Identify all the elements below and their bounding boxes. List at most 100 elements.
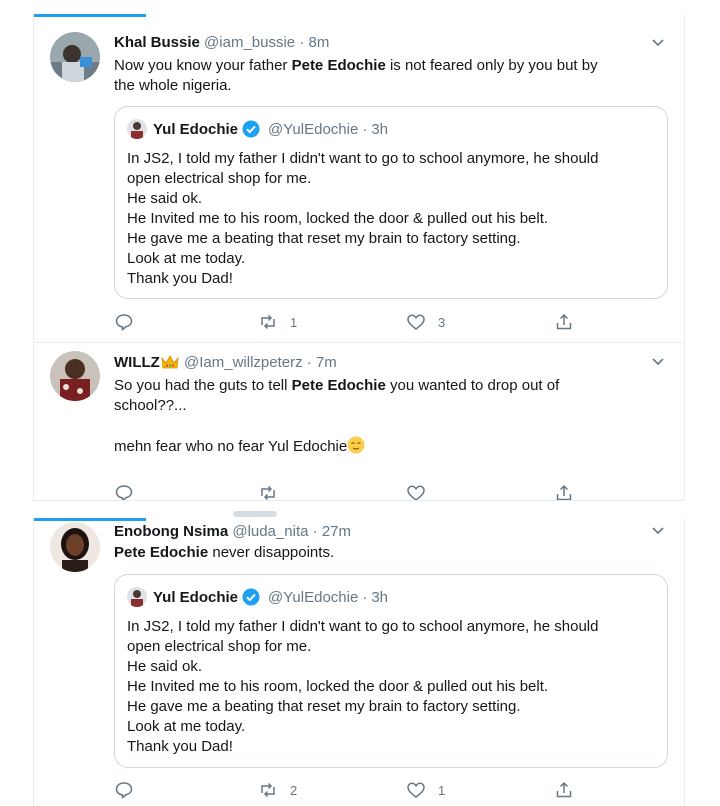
quoted-tweet[interactable]: Yul Edochie @YulEdochie · 3h In JS2, I t… — [114, 106, 668, 299]
quoted-line: He gave me a beating that reset my brain… — [127, 230, 521, 247]
text-line: the whole nigeria. — [114, 77, 232, 94]
like-count: 1 — [438, 782, 446, 798]
quoted-line: He Invited me to his room, locked the do… — [127, 210, 549, 227]
heart-icon — [407, 485, 425, 500]
bold-mention: Pete Edochie — [114, 544, 209, 561]
chevron-down-icon[interactable] — [650, 34, 666, 50]
bold-mention: Pete Edochie — [291, 377, 386, 394]
retweet-button[interactable]: 2 — [258, 778, 297, 802]
timestamp[interactable]: 7m — [316, 354, 337, 371]
reply-button[interactable] — [114, 778, 146, 802]
crown-emoji-icon — [161, 355, 179, 369]
verified-badge-icon — [242, 120, 260, 138]
timeline-panel-bottom: Enobong Nsima @luda_nita · 27m Pete Edoc… — [33, 518, 685, 806]
quoted-tweet[interactable]: Yul Edochie @YulEdochie · 3h In JS2, I t… — [114, 574, 668, 768]
text-part: you wanted to drop out of — [385, 377, 560, 394]
heart-icon — [407, 314, 425, 330]
tweet-enobong-nsima[interactable]: Enobong Nsima @luda_nita · 27m Pete Edoc… — [34, 518, 684, 806]
like-count: 3 — [438, 314, 446, 330]
cropped-tweet-fragment — [33, 500, 685, 518]
reply-icon — [115, 782, 133, 800]
quoted-line: open electrical shop for me. — [127, 638, 312, 655]
tweet-actions: 1 3 — [114, 310, 594, 334]
quoted-timestamp: 3h — [371, 588, 389, 606]
reply-button[interactable] — [114, 310, 146, 334]
author-handle[interactable]: @luda_nita — [232, 523, 308, 540]
quoted-text: In JS2, I told my father I didn't want t… — [127, 617, 655, 757]
text-part: So you had the guts to tell — [114, 377, 292, 394]
like-button[interactable]: 3 — [406, 310, 445, 334]
share-icon — [556, 781, 572, 798]
separator-dot: · — [362, 120, 368, 138]
text-line: mehn fear who no fear Yul Edochie — [114, 438, 348, 455]
quoted-avatar — [127, 119, 147, 139]
author-handle[interactable]: @iam_bussie — [204, 34, 295, 51]
quoted-line: open electrical shop for me. — [127, 170, 312, 187]
quoted-author-name: Yul Edochie — [153, 120, 239, 138]
share-button[interactable] — [554, 481, 574, 500]
timestamp[interactable]: 8m — [309, 34, 330, 51]
author-name[interactable]: Khal Bussie — [114, 34, 200, 51]
author-name[interactable]: WILLZ — [114, 354, 160, 371]
quoted-line: Look at me today. — [127, 250, 246, 267]
author-handle[interactable]: @Iam_willzpeterz — [184, 354, 303, 371]
quoted-line: Look at me today. — [127, 718, 246, 735]
text-part: never disappoints. — [208, 544, 335, 561]
separator-dot: · — [362, 588, 368, 606]
verified-badge-icon — [242, 588, 260, 606]
tweet-header: Enobong Nsima @luda_nita · 27m — [114, 523, 644, 540]
retweet-icon — [261, 782, 275, 798]
separator-dot: · — [299, 34, 305, 51]
quoted-avatar — [127, 587, 147, 607]
quoted-author-handle: @YulEdochie — [268, 120, 359, 138]
reply-icon — [115, 485, 133, 500]
chevron-down-icon[interactable] — [650, 353, 666, 369]
chevron-down-icon[interactable] — [650, 522, 666, 538]
bold-mention: Pete Edochie — [291, 57, 386, 74]
tweet-khal-bussie[interactable]: Khal Bussie @iam_bussie · 8m Now you kno… — [34, 14, 684, 342]
quoted-timestamp: 3h — [371, 120, 389, 138]
quoted-author-name: Yul Edochie — [153, 588, 239, 606]
author-name[interactable]: Enobong Nsima — [114, 523, 228, 540]
avatar[interactable] — [50, 351, 100, 401]
like-button[interactable]: 1 — [406, 778, 445, 802]
retweet-count: 1 — [290, 314, 298, 330]
tweet-text: Pete Edochie never disappoints. — [114, 543, 654, 563]
tweet-header: WILLZ @Iam_willzpeterz · 7m — [114, 354, 644, 371]
tweet-willz[interactable]: WILLZ @Iam_willzpeterz · 7m So you had t… — [34, 343, 684, 500]
quoted-text: In JS2, I told my father I didn't want t… — [127, 149, 655, 289]
separator-dot: · — [312, 523, 318, 540]
tweet-header: Khal Bussie @iam_bussie · 8m — [114, 34, 644, 51]
quoted-line: Thank you Dad! — [127, 738, 233, 755]
text-line: school??... — [114, 397, 187, 414]
retweet-icon — [261, 485, 275, 500]
text-part: is not feared only by you but by — [385, 57, 598, 74]
share-icon — [556, 484, 572, 500]
relieved-face-emoji-icon — [347, 436, 365, 454]
quoted-line: He Invited me to his room, locked the do… — [127, 678, 549, 695]
quoted-line: He gave me a beating that reset my brain… — [127, 698, 521, 715]
tweet-actions: 2 1 — [114, 778, 594, 802]
avatar[interactable] — [50, 522, 100, 572]
tweet-text: Now you know your father Pete Edochie is… — [114, 56, 654, 96]
timeline-panel-top: Khal Bussie @iam_bussie · 8m Now you kno… — [33, 14, 685, 500]
separator-dot: · — [306, 354, 312, 371]
share-button[interactable] — [554, 310, 574, 334]
quoted-line: Thank you Dad! — [127, 270, 233, 287]
quoted-line: He said ok. — [127, 190, 203, 207]
quoted-line: In JS2, I told my father I didn't want t… — [127, 618, 599, 635]
text-part: Now you know your father — [114, 57, 292, 74]
retweet-button[interactable] — [258, 481, 278, 500]
avatar[interactable] — [50, 32, 100, 82]
like-button[interactable] — [406, 481, 426, 500]
tweet-actions — [114, 481, 594, 500]
heart-icon — [407, 782, 425, 798]
share-button[interactable] — [554, 778, 574, 802]
retweet-button[interactable]: 1 — [258, 310, 297, 334]
quoted-header: Yul Edochie @YulEdochie · 3h — [127, 587, 388, 607]
reply-button[interactable] — [114, 481, 134, 500]
quoted-header: Yul Edochie @YulEdochie · 3h — [127, 119, 388, 139]
timestamp[interactable]: 27m — [322, 523, 351, 540]
reply-icon — [115, 314, 133, 332]
quoted-author-handle: @YulEdochie — [268, 588, 359, 606]
